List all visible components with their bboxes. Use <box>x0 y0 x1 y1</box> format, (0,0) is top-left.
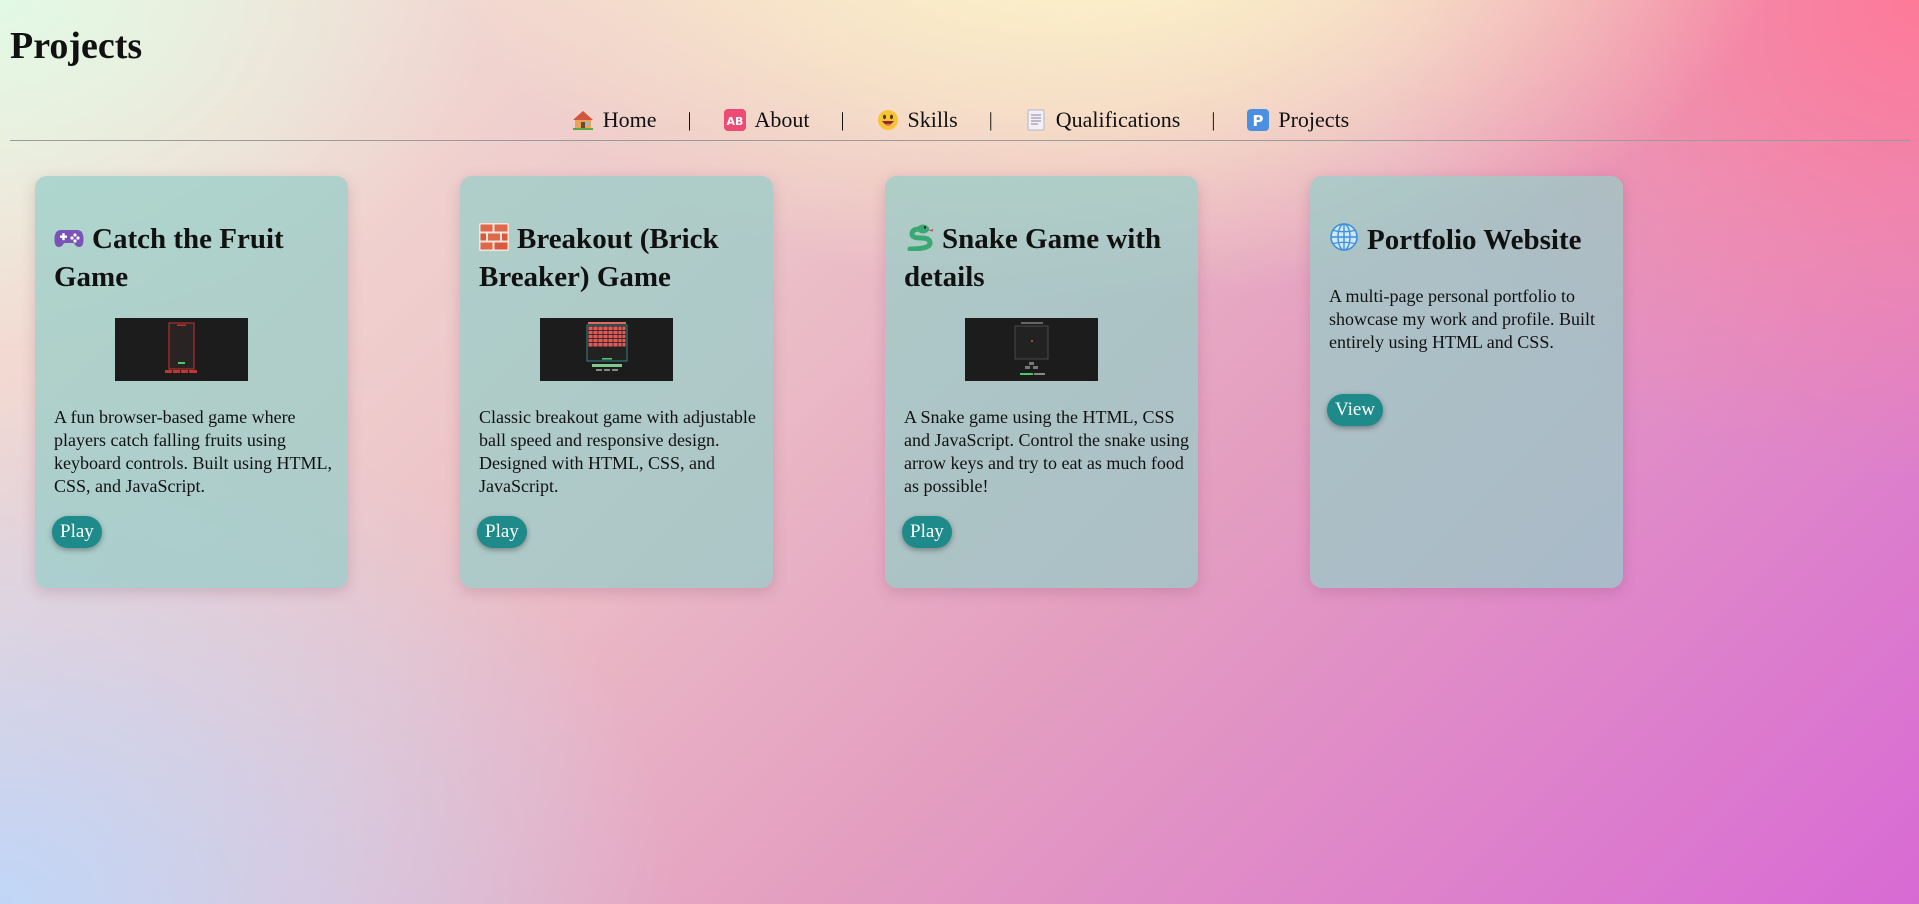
nav-separator: | <box>840 108 845 131</box>
nav-label-skills: Skills <box>907 107 958 132</box>
play-button[interactable]: Play <box>902 516 952 548</box>
ab-badge-icon: AB <box>723 108 747 132</box>
snake-icon <box>904 223 934 260</box>
globe-icon <box>1329 222 1359 261</box>
nav-label-home: Home <box>602 107 657 132</box>
project-card-snake: Snake Game with details A Snake game usi… <box>885 176 1198 588</box>
p-badge-icon: P <box>1246 108 1270 132</box>
svg-text:AB: AB <box>726 115 743 128</box>
project-description: A fun browser-based game where players c… <box>54 407 332 496</box>
main-nav: Home | AB About | Skills | Qualification… <box>10 100 1910 141</box>
nav-item-home[interactable]: Home <box>571 107 657 133</box>
play-button[interactable]: Play <box>52 516 102 548</box>
project-title-text: Snake Game with details <box>904 223 1162 293</box>
project-card-catch-the-fruit: Catch the Fruit Game A fun browser-based… <box>35 176 348 588</box>
nav-item-about[interactable]: AB About <box>723 107 810 133</box>
nav-separator: | <box>1211 108 1216 131</box>
brick-icon <box>479 223 509 260</box>
project-title: Breakout (Brick Breaker) Game <box>479 222 764 295</box>
project-description: Classic breakout game with adjustable ba… <box>479 407 756 496</box>
project-card-portfolio: Portfolio Website A multi-page personal … <box>1310 176 1623 588</box>
project-screenshot[interactable] <box>115 318 248 381</box>
nav-label-qualifications: Qualifications <box>1055 107 1181 132</box>
play-button[interactable]: Play <box>477 516 527 548</box>
nav-label-about: About <box>754 107 810 132</box>
project-title-text: Portfolio Website <box>1367 224 1582 256</box>
nav-item-qualifications[interactable]: Qualifications <box>1024 107 1181 133</box>
project-screenshot[interactable] <box>540 318 673 381</box>
nav-item-projects[interactable]: P Projects <box>1246 107 1349 133</box>
project-description: A multi-page personal portfolio to showc… <box>1329 286 1595 352</box>
nav-label-projects: Projects <box>1278 107 1350 132</box>
nav-item-skills[interactable]: Skills <box>876 107 958 133</box>
project-title-text: Catch the Fruit Game <box>54 223 284 293</box>
house-icon <box>571 108 595 132</box>
nav-separator: | <box>988 108 993 131</box>
project-title: Catch the Fruit Game <box>54 222 339 295</box>
nav-separator: | <box>687 108 692 131</box>
project-screenshot[interactable] <box>965 318 1098 381</box>
document-icon <box>1024 108 1048 132</box>
project-title-text: Breakout (Brick Breaker) Game <box>479 223 719 293</box>
smiley-icon <box>876 108 900 132</box>
project-description: A Snake game using the HTML, CSS and Jav… <box>904 407 1189 496</box>
page-title: Projects <box>10 25 143 67</box>
project-title: Snake Game with details <box>904 222 1189 295</box>
svg-text:P: P <box>1253 112 1264 130</box>
view-button[interactable]: View <box>1327 394 1384 426</box>
project-card-breakout: Breakout (Brick Breaker) Game Classic br… <box>460 176 773 588</box>
game-controller-icon <box>54 225 84 260</box>
project-title: Portfolio Website <box>1329 222 1614 261</box>
